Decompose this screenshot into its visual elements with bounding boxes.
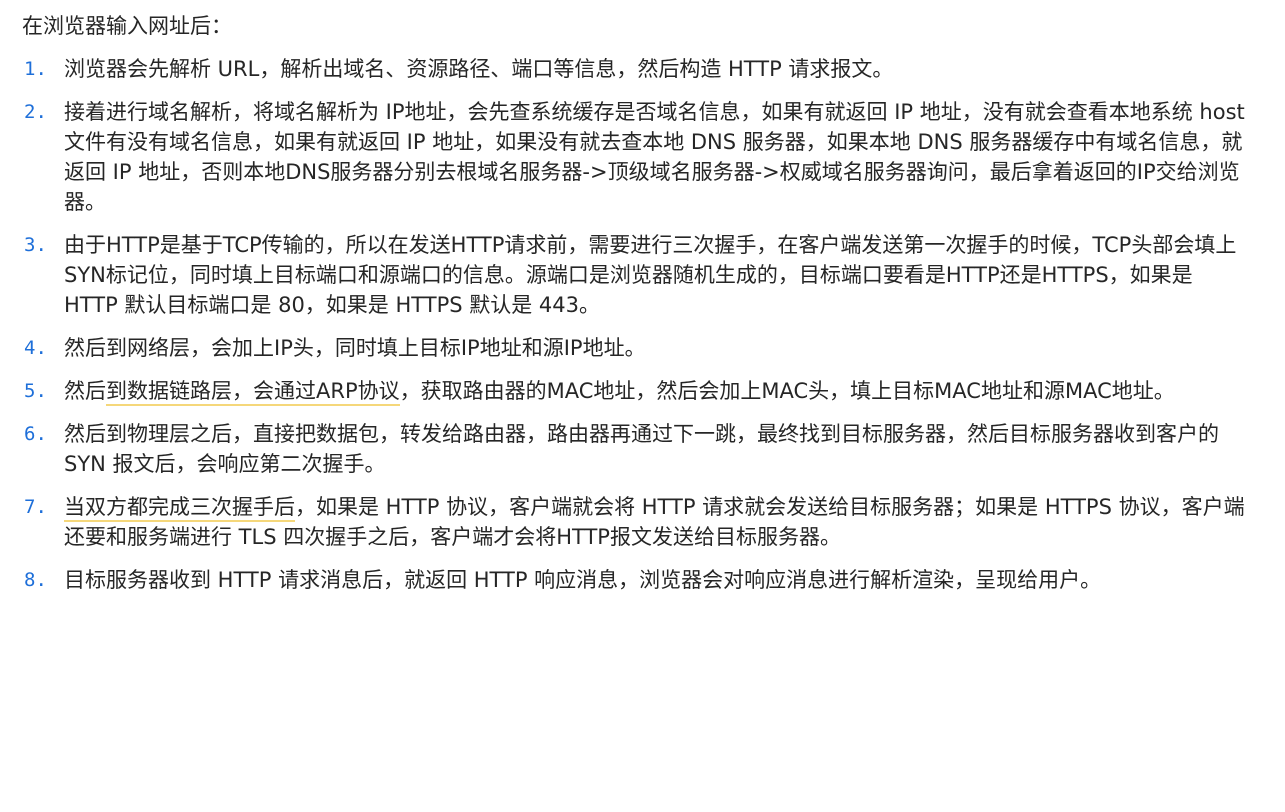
list-number: 3.	[24, 234, 47, 256]
list-number: 5.	[24, 380, 47, 402]
list-item: 2. 接着进行域名解析，将域名解析为 IP地址，会先查系统缓存是否域名信息，如果…	[22, 97, 1245, 217]
step-text: 接着进行域名解析，将域名解析为 IP地址，会先查系统缓存是否域名信息，如果有就返…	[64, 100, 1245, 214]
step-text: ，获取路由器的MAC地址，然后会加上MAC头，填上目标MAC地址和源MAC地址。	[399, 379, 1175, 403]
highlighted-text: 到数据链路层，会通过ARP协议	[106, 379, 400, 406]
step-text: 然后到物理层之后，直接把数据包，转发给路由器，路由器再通过下一跳，最终找到目标服…	[64, 422, 1219, 476]
list-number: 8.	[24, 569, 47, 591]
list-number: 6.	[24, 423, 47, 445]
highlighted-text: 当双方都完成三次握手后	[64, 495, 295, 522]
list-number: 7.	[24, 496, 47, 518]
step-text: 然后到网络层，会加上IP头，同时填上目标IP地址和源IP地址。	[64, 336, 646, 360]
list-item: 1. 浏览器会先解析 URL，解析出域名、资源路径、端口等信息，然后构造 HTT…	[22, 54, 1245, 84]
steps-list: 1. 浏览器会先解析 URL，解析出域名、资源路径、端口等信息，然后构造 HTT…	[22, 54, 1245, 595]
list-number: 4.	[24, 337, 47, 359]
step-text-prefix: 然后	[64, 379, 106, 403]
step-text: 目标服务器收到 HTTP 请求消息后，就返回 HTTP 响应消息，浏览器会对响应…	[64, 568, 1102, 592]
document-body: 在浏览器输入网址后： 1. 浏览器会先解析 URL，解析出域名、资源路径、端口等…	[0, 0, 1285, 812]
list-item: 5. 然后到数据链路层，会通过ARP协议，获取路由器的MAC地址，然后会加上MA…	[22, 376, 1245, 406]
list-number: 2.	[24, 101, 47, 123]
list-item: 3. 由于HTTP是基于TCP传输的，所以在发送HTTP请求前，需要进行三次握手…	[22, 230, 1245, 320]
list-item: 4. 然后到网络层，会加上IP头，同时填上目标IP地址和源IP地址。	[22, 333, 1245, 363]
list-item: 8. 目标服务器收到 HTTP 请求消息后，就返回 HTTP 响应消息，浏览器会…	[22, 565, 1245, 595]
list-item: 7. 当双方都完成三次握手后，如果是 HTTP 协议，客户端就会将 HTTP 请…	[22, 492, 1245, 552]
intro-text: 在浏览器输入网址后：	[22, 14, 232, 38]
step-text: 浏览器会先解析 URL，解析出域名、资源路径、端口等信息，然后构造 HTTP 请…	[64, 57, 894, 81]
list-item: 6. 然后到物理层之后，直接把数据包，转发给路由器，路由器再通过下一跳，最终找到…	[22, 419, 1245, 479]
list-number: 1.	[24, 58, 47, 80]
step-text: 由于HTTP是基于TCP传输的，所以在发送HTTP请求前，需要进行三次握手，在客…	[64, 233, 1237, 317]
